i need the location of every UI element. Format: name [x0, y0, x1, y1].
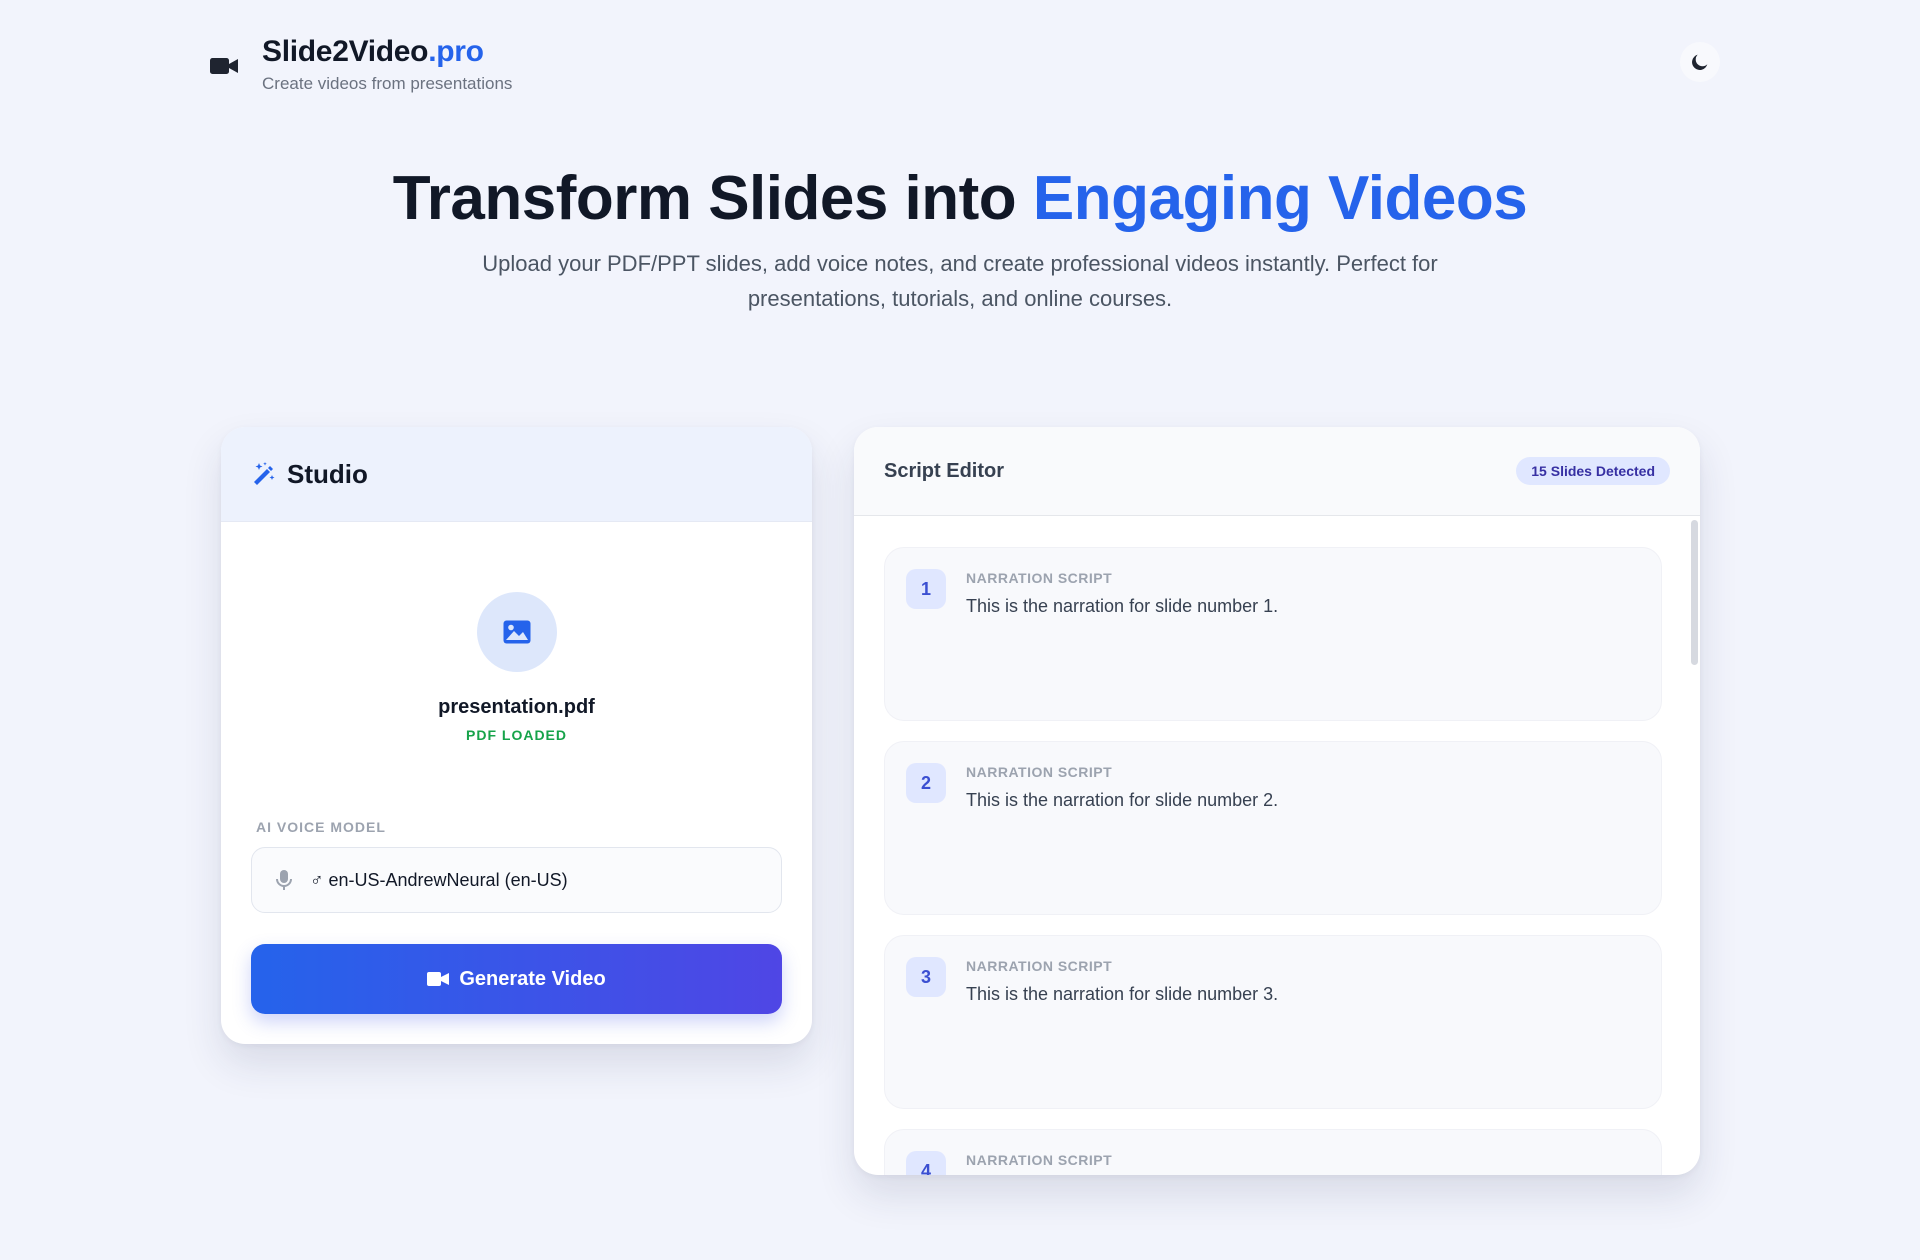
hero-section: Transform Slides into Engaging Videos Up… [0, 160, 1920, 316]
voice-model-select[interactable]: ♂ en-US-AndrewNeural (en-US) [251, 847, 782, 913]
file-status: PDF LOADED [466, 727, 567, 743]
theme-toggle-button[interactable] [1680, 42, 1720, 82]
narration-label: NARRATION SCRIPT [966, 570, 1113, 586]
app-header: Slide2Video.pro Create videos from prese… [208, 34, 512, 94]
file-thumbnail [476, 592, 557, 672]
voice-model-value: ♂ en-US-AndrewNeural (en-US) [310, 869, 568, 890]
scrollbar-thumb[interactable] [1691, 520, 1698, 665]
hero-description: Upload your PDF/PPT slides, add voice no… [482, 251, 1438, 311]
slides-count-badge: 15 Slides Detected [1516, 457, 1670, 485]
slide-item[interactable]: 2 NARRATION SCRIPT This is the narration… [884, 741, 1662, 915]
slide-item[interactable]: 4 NARRATION SCRIPT [884, 1129, 1662, 1175]
video-camera-icon [210, 58, 238, 74]
studio-header: Studio [221, 427, 812, 522]
narration-label: NARRATION SCRIPT [966, 764, 1113, 780]
slide-number: 2 [906, 763, 946, 803]
narration-label: NARRATION SCRIPT [966, 958, 1113, 974]
studio-card: Studio presentation.pdf PDF LOADED AI VO… [221, 427, 812, 1044]
slide-number: 1 [906, 569, 946, 609]
voice-model-label: AI VOICE MODEL [256, 819, 386, 835]
slide-item[interactable]: 1 NARRATION SCRIPT This is the narration… [884, 547, 1662, 721]
slide-list: 1 NARRATION SCRIPT This is the narration… [884, 547, 1662, 1175]
file-name: presentation.pdf [438, 696, 595, 718]
generate-video-button[interactable]: Generate Video [251, 944, 782, 1014]
brand-subtitle: Create videos from presentations [262, 74, 513, 93]
hero-title-accent: Engaging Videos [1032, 164, 1528, 233]
moon-icon [1692, 54, 1708, 70]
narration-textarea[interactable]: This is the narration for slide number 3… [966, 984, 1278, 1005]
uploaded-file[interactable]: presentation.pdf PDF LOADED [221, 522, 812, 743]
slide-number: 4 [906, 1151, 946, 1175]
brand[interactable]: Slide2Video.pro Create videos from prese… [262, 34, 512, 94]
brand-accent: .pro [428, 35, 484, 68]
slide-item[interactable]: 3 NARRATION SCRIPT This is the narration… [884, 935, 1662, 1109]
script-editor-title: Script Editor [884, 459, 1005, 482]
narration-label: NARRATION SCRIPT [966, 1152, 1113, 1168]
studio-title: Studio [287, 458, 368, 489]
narration-textarea[interactable]: This is the narration for slide number 2… [966, 790, 1278, 811]
generate-video-label: Generate Video [459, 967, 606, 990]
hero-title: Transform Slides into Engaging Videos [392, 164, 1528, 233]
brand-title: Slide2Video.pro [262, 35, 484, 68]
narration-textarea[interactable]: This is the narration for slide number 1… [966, 596, 1278, 617]
slide-number: 3 [906, 957, 946, 997]
script-editor-card: Script Editor 15 Slides Detected 1 NARRA… [854, 427, 1700, 1175]
page: Slide2Video.pro Create videos from prese… [0, 0, 1920, 1260]
magic-wand-icon [254, 462, 275, 485]
video-camera-icon [427, 972, 450, 986]
microphone-icon [276, 870, 292, 890]
image-icon [503, 620, 530, 644]
script-editor-header: Script Editor 15 Slides Detected [854, 427, 1700, 516]
